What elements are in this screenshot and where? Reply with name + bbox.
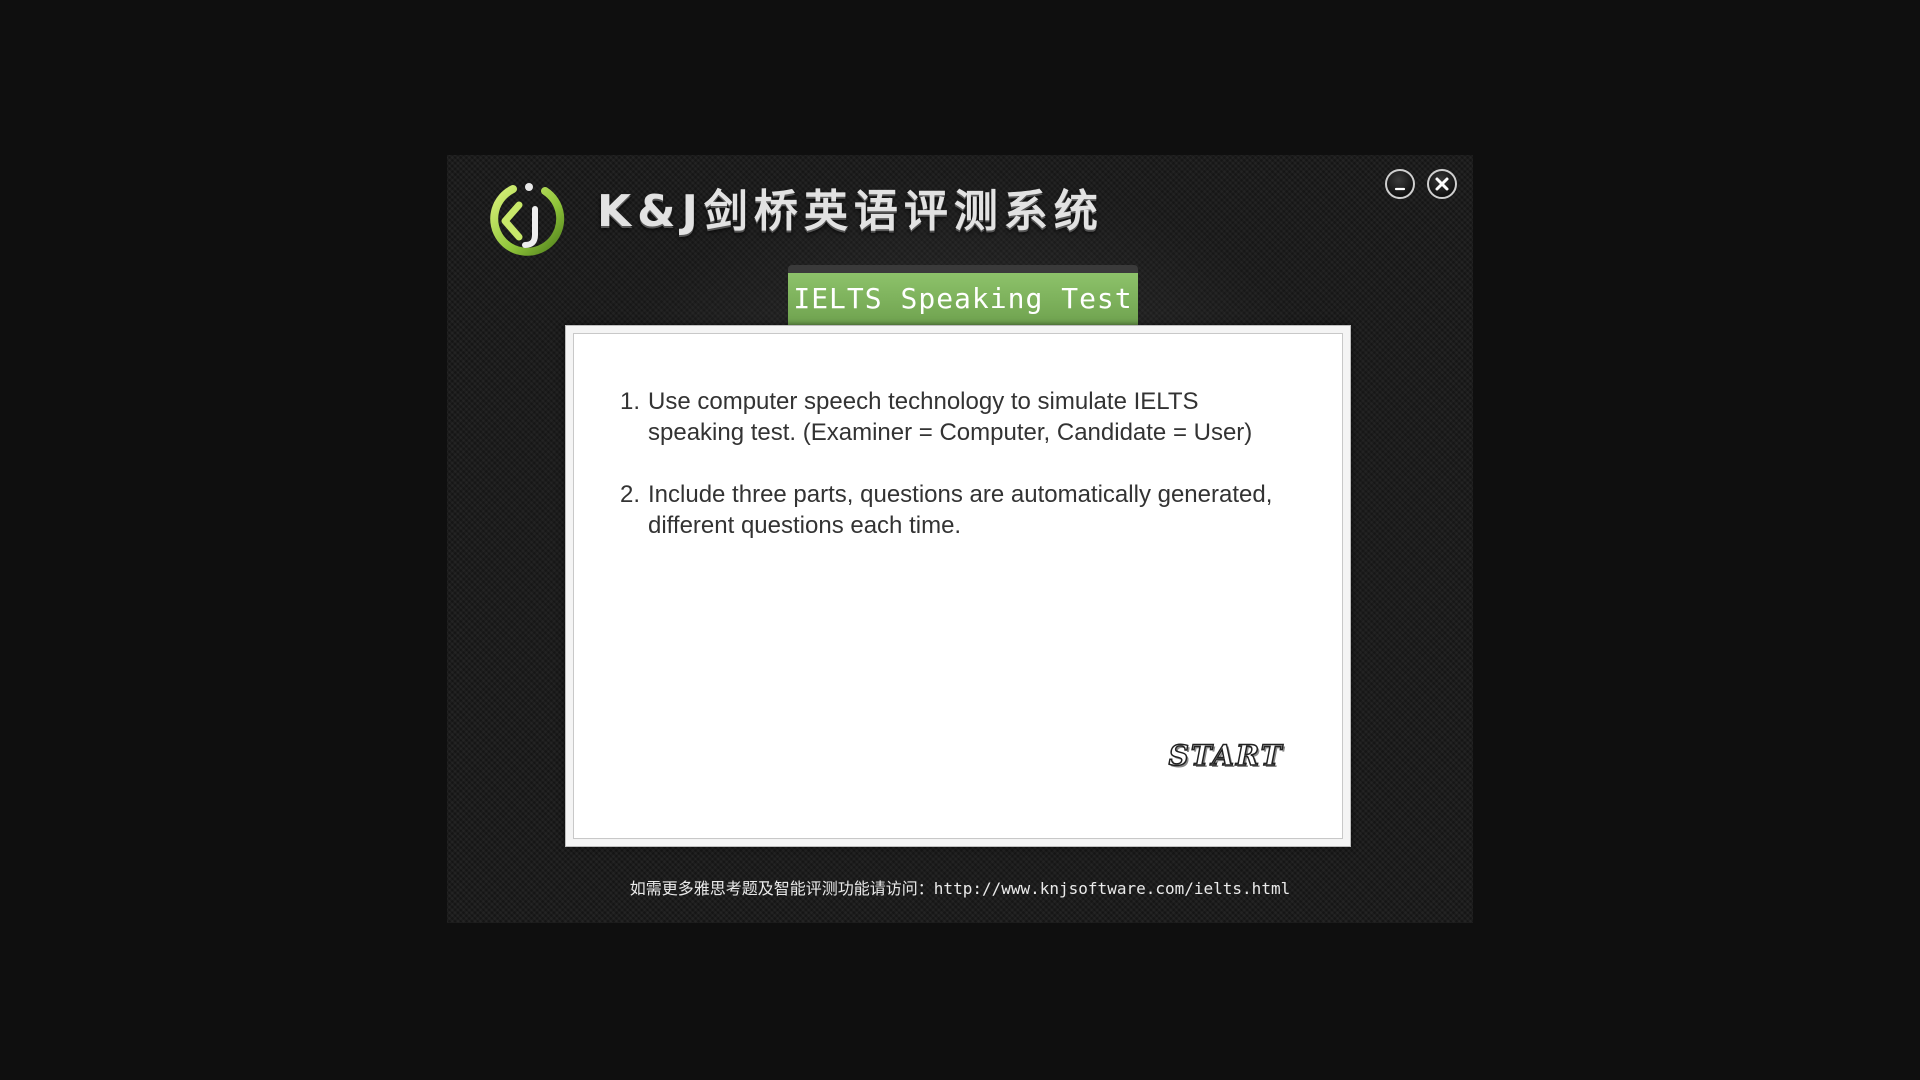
test-title-tab: IELTS Speaking Test — [788, 273, 1138, 325]
app-window: K&J剑桥英语评测系统 IELTS Speaking Test 1. Use c… — [447, 155, 1473, 923]
kj-logo-icon — [483, 179, 567, 263]
close-icon — [1435, 177, 1449, 191]
list-item-text: Use computer speech technology to simula… — [648, 388, 1253, 446]
info-list: 1. Use computer speech technology to sim… — [620, 386, 1300, 572]
tab-top-edge — [788, 265, 1138, 273]
app-title: K&J剑桥英语评测系统 — [597, 186, 1104, 237]
footer-note: 如需更多雅思考题及智能评测功能请访问：http://www.knjsoftwar… — [447, 875, 1473, 899]
minimize-icon — [1394, 187, 1406, 191]
list-item: 1. Use computer speech technology to sim… — [620, 386, 1300, 448]
list-item-number: 2. — [620, 481, 641, 508]
start-button[interactable]: START — [1166, 736, 1286, 776]
content-panel-inner: 1. Use computer speech technology to sim… — [573, 333, 1343, 839]
list-item-text: Include three parts, questions are autom… — [648, 481, 1273, 539]
list-item-number: 1. — [620, 388, 641, 415]
content-panel: 1. Use computer speech technology to sim… — [565, 325, 1351, 847]
footer-link[interactable]: http://www.knjsoftware.com/ielts.html — [934, 879, 1290, 898]
close-button[interactable] — [1427, 169, 1457, 199]
minimize-button[interactable] — [1385, 169, 1415, 199]
footer-prefix: 如需更多雅思考题及智能评测功能请访问： — [629, 879, 934, 898]
list-item: 2. Include three parts, questions are au… — [620, 479, 1300, 541]
